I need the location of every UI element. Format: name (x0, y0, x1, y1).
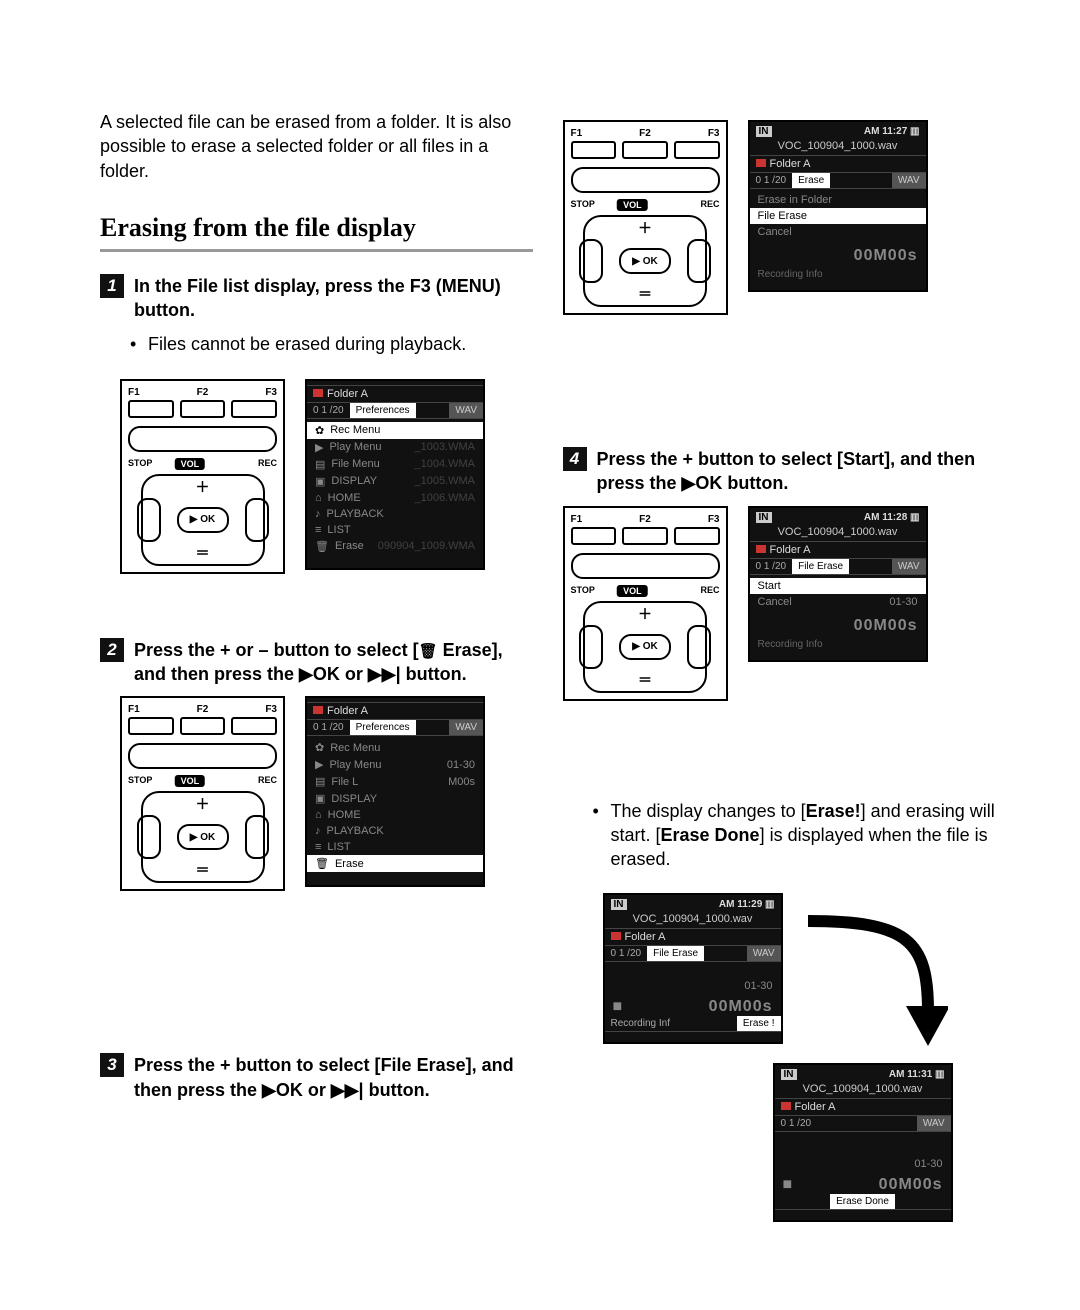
step-3-number: 3 (100, 1053, 124, 1077)
highlight-circle-fwd (120, 989, 154, 1023)
step-2: 2 Press the + or – button to select [🗑 E… (100, 638, 533, 687)
arrow-icon (798, 911, 948, 1051)
step-3: 3 Press the + button to select [File Era… (100, 1053, 533, 1102)
recorder-diagram-3: F1F2F3 STOPVOLREC ＋ ＝ ▶ OK (563, 120, 728, 417)
step-4-number: 4 (563, 447, 587, 471)
f3-label: F3 (265, 387, 277, 398)
step-4-bullet: The display changes to [Erase!] and eras… (593, 799, 996, 872)
recorder-diagram-1: F1 F2 F3 STOP VOL REC ＋ (120, 379, 285, 608)
minus-button: ＝ (189, 548, 217, 562)
screen-erasing: INAM 11:29 ▥ VOC_100904_1000.wav Folder … (603, 893, 783, 1044)
screen-erase-done: INAM 11:31 ▥ VOC_100904_1000.wav Folder … (773, 1063, 953, 1222)
step-1-bullet: Files cannot be erased during playback. (130, 332, 533, 356)
highlight-circle-ok (563, 731, 601, 769)
highlight-circle-minus (120, 921, 150, 951)
vol-label: VOL (175, 458, 206, 470)
ok-button: ▶ OK (177, 507, 229, 533)
rec-label: REC (258, 458, 277, 470)
screen-preferences-2: Folder A 0 1 /20PreferencesWAV ✿Rec Menu… (305, 696, 485, 887)
highlight-circle-plus (563, 701, 593, 731)
intro-text: A selected file can be erased from a fol… (100, 110, 533, 183)
f2-label: F2 (197, 387, 209, 398)
step-4: 4 Press the + button to select [Start], … (563, 447, 996, 496)
step-3-text-a: Press the + button to select [ (134, 1055, 381, 1075)
step-4-text-a: Press the + button to select [ (597, 449, 844, 469)
highlight-circle-ok (120, 951, 158, 989)
screen-erase-menu: INAM 11:27 ▥ VOC_100904_1000.wav Folder … (748, 120, 928, 292)
highlight-circle-plus (120, 891, 150, 921)
section-title: Erasing from the file display (100, 213, 533, 252)
plus-button: ＋ (189, 482, 217, 496)
f1-label: F1 (128, 387, 140, 398)
step-1: 1 In the File list display, press the F3… (100, 274, 533, 323)
recorder-diagram-4: F1F2F3 STOPVOLREC ＋ ＝ ▶ OK (563, 506, 728, 769)
highlight-circle-plus (563, 315, 593, 345)
step-2-text-a: Press the + or – button to select [ (134, 640, 419, 660)
highlight-circle-ok (563, 345, 601, 383)
step-3-text-b: File Erase (381, 1055, 466, 1075)
trash-icon: 🗑 (419, 643, 438, 660)
stop-label: STOP (128, 458, 152, 470)
recorder-diagram-2: F1F2F3 STOPVOLREC ＋ ＝ ▶ OK (120, 696, 285, 1023)
step-2-number: 2 (100, 638, 124, 662)
step-1-text-a: In the File list display, press the (134, 276, 410, 296)
screen-start-cancel: INAM 11:28 ▥ VOC_100904_1000.wav Folder … (748, 506, 928, 662)
step-4-text-b: Start (843, 449, 884, 469)
screen-preferences-1: Folder A 0 1 /20PreferencesWAV ✿Rec Menu… (305, 379, 485, 570)
highlight-circle-fwd (563, 383, 597, 417)
highlight-circle-f3 (120, 574, 154, 608)
step-1-number: 1 (100, 274, 124, 298)
